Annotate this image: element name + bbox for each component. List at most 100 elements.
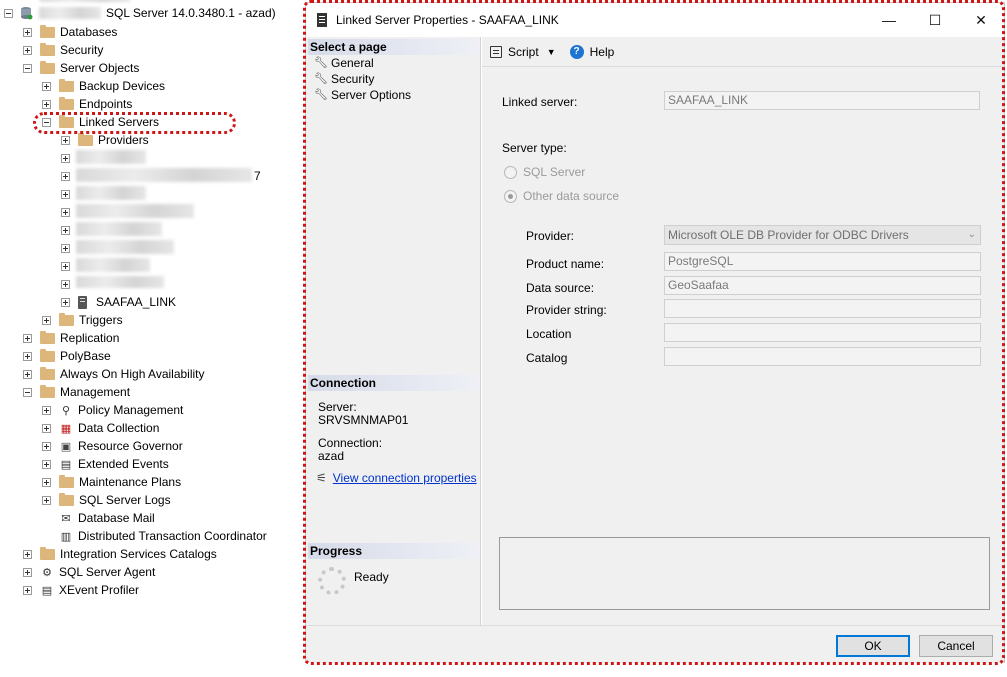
expand-toggle-icon[interactable] [42, 81, 51, 91]
folder-icon [59, 96, 74, 110]
tree-item-sql-server-logs[interactable]: SQL Server Logs [42, 491, 171, 509]
expand-toggle-icon[interactable] [61, 225, 70, 235]
tree-item-server-objects[interactable]: Server Objects [23, 59, 139, 77]
tree-item-policy-management[interactable]: ⚲ Policy Management [42, 401, 183, 419]
maximize-button[interactable]: ☐ [912, 3, 958, 37]
tree-item-always-on[interactable]: Always On High Availability [23, 365, 205, 383]
radio-other-data-source[interactable]: Other data source [504, 189, 619, 203]
extended-events-icon: ▤ [60, 458, 72, 471]
expand-toggle-icon[interactable] [23, 27, 32, 37]
collapse-toggle-icon[interactable] [23, 387, 32, 397]
tree-item-maintenance-plans[interactable]: Maintenance Plans [42, 473, 181, 491]
minimize-button[interactable]: — [866, 3, 912, 37]
tree-item-label: Replication [60, 331, 120, 345]
help-button[interactable]: ? Help [556, 44, 614, 59]
expand-toggle-icon[interactable] [23, 351, 32, 361]
expand-toggle-icon[interactable] [42, 441, 51, 451]
expand-toggle-icon[interactable] [61, 243, 70, 253]
folder-icon [59, 78, 74, 92]
dialog-left-pane: Select a page 🔧︎ General 🔧︎ Security 🔧︎ … [306, 37, 481, 625]
connection-properties-icon: ⚟ [316, 471, 327, 485]
expand-toggle-icon[interactable] [23, 369, 32, 379]
tree-item-sql-server-agent[interactable]: ⚙ SQL Server Agent [23, 563, 155, 581]
expand-toggle-icon[interactable] [61, 189, 70, 199]
tree-item-dtc[interactable]: ▥ Distributed Transaction Coordinator [42, 527, 267, 545]
expand-toggle-icon[interactable] [61, 153, 70, 163]
expand-toggle-icon[interactable] [42, 477, 51, 487]
page-security[interactable]: 🔧︎ Security [314, 71, 374, 87]
product-name-input[interactable]: PostgreSQL [664, 252, 981, 271]
tree-item-xevent-profiler[interactable]: ▤ XEvent Profiler [23, 581, 139, 599]
collapse-toggle-icon[interactable] [23, 63, 32, 73]
expand-toggle-icon[interactable] [42, 459, 51, 469]
catalog-input[interactable] [664, 347, 981, 366]
chevron-down-icon[interactable]: ⌄ [968, 226, 976, 244]
data-source-input[interactable]: GeoSaafaa [664, 276, 981, 295]
provider-select[interactable]: Microsoft OLE DB Provider for ODBC Drive… [664, 225, 981, 245]
expand-toggle-icon[interactable] [23, 585, 32, 595]
tree-item-endpoints[interactable]: Endpoints [42, 95, 132, 113]
provider-string-label: Provider string: [526, 303, 607, 317]
expand-toggle-icon[interactable] [61, 297, 70, 307]
expand-toggle-icon[interactable] [23, 333, 32, 343]
expand-toggle-icon[interactable] [61, 171, 70, 181]
location-input[interactable] [664, 323, 981, 342]
expand-toggle-icon[interactable] [42, 315, 51, 325]
cancel-button[interactable]: Cancel [919, 635, 993, 657]
dialog-title-bar[interactable]: Linked Server Properties - SAAFAA_LINK —… [306, 3, 1004, 37]
tree-item-label: SAAFAA_LINK [96, 295, 177, 309]
expand-toggle-icon[interactable] [23, 567, 32, 577]
expand-toggle-icon[interactable] [61, 279, 70, 289]
expand-toggle-icon[interactable] [42, 423, 51, 433]
expand-toggle-icon[interactable] [61, 135, 70, 145]
expand-toggle-icon[interactable] [42, 99, 51, 109]
tree-item-linked-server-blurred[interactable] [61, 221, 70, 239]
script-button[interactable]: Script ▼ [490, 45, 556, 59]
blurred-linked-server [76, 222, 162, 236]
tree-item-linked-server-blurred[interactable] [61, 185, 70, 203]
tree-item-linked-server-blurred[interactable] [61, 257, 70, 275]
expand-toggle-icon[interactable] [42, 405, 51, 415]
tree-item-triggers[interactable]: Triggers [42, 311, 123, 329]
tree-item-polybase[interactable]: PolyBase [23, 347, 111, 365]
tree-item-resource-governor[interactable]: ▣ Resource Governor [42, 437, 183, 455]
collapse-toggle-icon[interactable] [4, 8, 13, 18]
expand-toggle-icon[interactable] [42, 495, 51, 505]
tree-item-linked-server-blurred[interactable] [61, 275, 70, 293]
blurred-linked-server [76, 150, 146, 164]
linked-server-input[interactable]: SAAFAA_LINK [664, 91, 980, 110]
tree-item-backup-devices[interactable]: Backup Devices [42, 77, 165, 95]
tree-item-saafaa-link[interactable]: SAAFAA_LINK [61, 293, 176, 311]
server-node-label: SQL Server 14.0.3480.1 - azad) [106, 6, 276, 20]
radio-sql-server[interactable]: SQL Server [504, 165, 585, 179]
script-icon [490, 45, 502, 58]
page-server-options[interactable]: 🔧︎ Server Options [314, 87, 411, 103]
expand-toggle-icon[interactable] [23, 45, 32, 55]
tree-item-data-collection[interactable]: ▦ Data Collection [42, 419, 159, 437]
script-label: Script [508, 44, 539, 59]
tree-item-extended-events[interactable]: ▤ Extended Events [42, 455, 169, 473]
close-button[interactable]: ✕ [958, 3, 1004, 37]
tree-item-database-mail[interactable]: ✉ Database Mail [42, 509, 154, 527]
expand-toggle-icon[interactable] [23, 549, 32, 559]
view-connection-properties-link[interactable]: View connection properties [333, 471, 477, 485]
tree-item-management[interactable]: Management [23, 383, 130, 401]
tree-item-linked-server-blurred[interactable] [61, 149, 70, 167]
ok-button[interactable]: OK [836, 635, 910, 657]
tree-item-security[interactable]: Security [23, 41, 103, 59]
tree-item-databases[interactable]: Databases [23, 23, 117, 41]
tree-item-linked-server-blurred[interactable] [61, 203, 70, 221]
tree-item-replication[interactable]: Replication [23, 329, 119, 347]
tree-item-linked-server-blurred[interactable] [61, 167, 70, 185]
tree-item-linked-server-blurred[interactable] [61, 239, 70, 257]
dropdown-arrow-icon[interactable]: ▼ [547, 47, 556, 57]
provider-string-input[interactable] [664, 299, 981, 318]
tree-server-node[interactable]: SQL Server 14.0.3480.1 - azad) [4, 4, 276, 22]
tree-item-integration-services[interactable]: Integration Services Catalogs [23, 545, 217, 563]
tree-item-label: PolyBase [60, 349, 111, 363]
tree-item-label: Management [60, 385, 131, 399]
page-general[interactable]: 🔧︎ General [314, 55, 374, 71]
expand-toggle-icon[interactable] [61, 261, 70, 271]
wrench-icon: 🔧︎ [314, 89, 328, 101]
expand-toggle-icon[interactable] [61, 207, 70, 217]
